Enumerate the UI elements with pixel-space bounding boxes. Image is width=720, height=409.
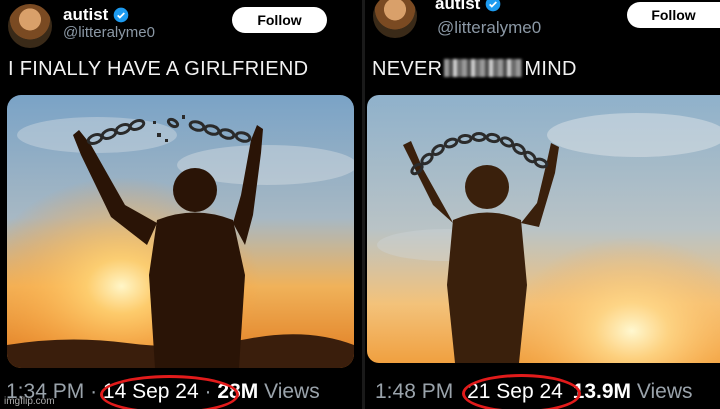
tweet-text: NEVER MIND [372,58,577,81]
tweet-left: autist @litteralyme0 Follow I FINALLY HA… [0,0,362,409]
tweet-image[interactable] [7,95,354,368]
tweet-text-start: NEVER [372,58,443,80]
user-handle[interactable]: @litteralyme0 [63,24,155,41]
tweet-time[interactable]: 1:48 PM [375,380,453,403]
separator: · [90,380,98,403]
highlight-circle [100,375,239,409]
tweet-right: autist @litteralyme0 Follow NEVER MIND 1… [365,0,720,409]
avatar[interactable] [8,4,52,48]
user-handle[interactable]: @litteralyme0 [437,18,541,38]
views-label: Views [264,380,320,403]
watermark: imgflip.com [4,396,55,407]
views-count: 13.9M [572,380,632,403]
views-label: Views [636,380,693,403]
display-name[interactable]: autist [63,5,108,25]
follow-button[interactable]: Follow [232,7,327,33]
verified-badge-icon [113,7,129,23]
sunset-silhouette-chains-image [367,95,720,363]
verified-badge-icon [485,0,501,12]
follow-button[interactable]: Follow [627,2,720,28]
tweet-text-end: MIND [524,58,577,80]
avatar[interactable] [373,0,417,38]
tweet-image[interactable] [367,95,720,363]
display-name[interactable]: autist [435,0,480,14]
tweet-text: I FINALLY HAVE A GIRLFRIEND [8,58,309,80]
sunset-silhouette-broken-chains-image [7,95,354,368]
highlight-circle [462,374,581,409]
censored-word-blur [444,59,523,77]
